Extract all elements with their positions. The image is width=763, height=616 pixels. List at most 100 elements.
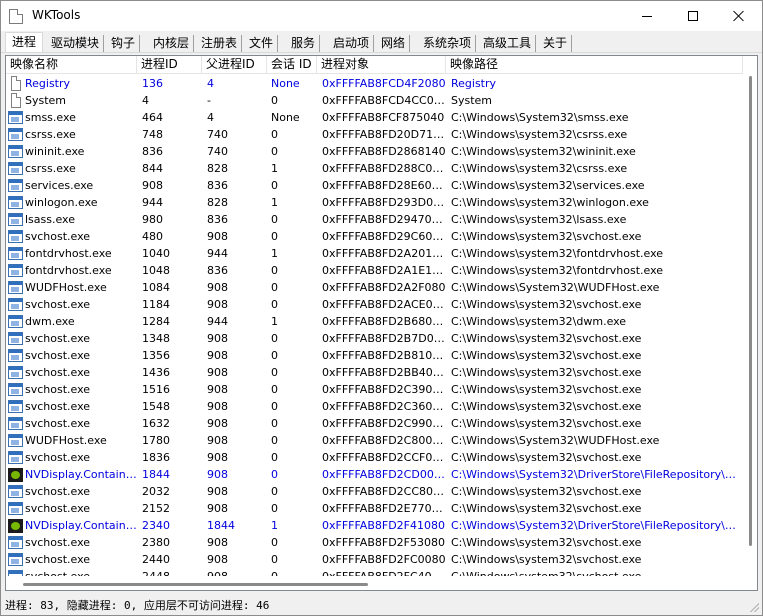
table-row[interactable]: csrss.exe 844 828 1 0xFFFFAB8FD288C080 C:\Win… [6,160,743,177]
table-row[interactable]: svchost.exe 2440 908 0 0xFFFFAB8FD2FC0080 C:\… [6,551,743,568]
session-id-cell: 0 [271,502,278,515]
process-object-cell: 0xFFFFAB8FD28E60C0 [322,179,446,192]
process-name-cell: WUDFHost.exe [25,434,107,447]
table-row[interactable]: services.exe 908 836 0 0xFFFFAB8FD28E60C0 C:\… [6,177,743,194]
column-session-id[interactable]: 会话 ID [267,56,317,74]
pid-cell: 2032 [142,485,170,498]
table-row[interactable]: svchost.exe 2152 908 0 0xFFFFAB8FD2E770C0 C:\… [6,500,743,517]
table-row[interactable]: svchost.exe 1356 908 0 0xFFFFAB8FD2B81080 C:\… [6,347,743,364]
process-name-cell: svchost.exe [25,553,91,566]
image-path-cell: C:\Windows\system32\svchost.exe [451,230,642,243]
scrollbar-corner [743,576,757,590]
image-path-cell: C:\Windows\system32\fontdrvhost.exe [451,247,664,260]
ppid-cell: 740 [207,145,228,158]
table-row[interactable]: NVDisplay.Containe... 2340 1844 1 0xFFFFAB8F… [6,517,743,534]
app-icon [8,383,23,396]
session-id-cell: 1 [271,162,278,175]
table-row[interactable]: svchost.exe 1348 908 0 0xFFFFAB8FD2B7D080 C:\… [6,330,743,347]
table-row[interactable]: svchost.exe 1548 908 0 0xFFFFAB8FD2C36080 C:\… [6,398,743,415]
table-row[interactable]: dwm.exe 1284 944 1 0xFFFFAB8FD2B68080 C:\Wind… [6,313,743,330]
tab-hooks[interactable]: 钩子 [107,35,141,53]
horizontal-scrollbar[interactable] [6,576,743,590]
process-name-cell: svchost.exe [25,502,91,515]
resize-grip-icon[interactable] [749,602,759,612]
table-row[interactable]: winlogon.exe 944 828 1 0xFFFFAB8FD293D0C0 C:\… [6,194,743,211]
tab-advanced-tools[interactable]: 高级工具 [479,35,537,53]
process-object-cell: 0xFFFFAB8FD2A20180 [322,247,446,260]
column-image-name[interactable]: 映像名称 [6,56,137,74]
pid-cell: 464 [142,111,163,124]
vertical-scroll-thumb[interactable] [749,76,752,546]
table-row[interactable]: fontdrvhost.exe 1048 836 0 0xFFFFAB8FD2A1E18… [6,262,743,279]
tab-files[interactable]: 文件 [245,35,279,53]
tab-network[interactable]: 网络 [377,35,411,53]
tab-process[interactable]: 进程 [5,32,44,53]
horizontal-scroll-thumb[interactable] [23,583,368,586]
table-row[interactable]: svchost.exe 1516 908 0 0xFFFFAB8FD2C39080 C:\… [6,381,743,398]
table-row[interactable]: smss.exe 464 4 None 0xFFFFAB8FCF875040 C:\Win… [6,109,743,126]
tab-system-misc[interactable]: 系统杂项 [419,35,477,53]
session-id-cell: 0 [271,179,278,192]
process-name-cell: dwm.exe [25,315,75,328]
session-id-cell: 0 [271,468,278,481]
table-row[interactable]: Registry 136 4 None 0xFFFFAB8FCD4F2080 Regist… [6,75,743,92]
title-bar[interactable]: WKTools [1,1,762,31]
column-pid[interactable]: 进程ID [137,56,202,74]
process-name-cell: svchost.exe [25,332,91,345]
image-path-cell: C:\Windows\system32\fontdrvhost.exe [451,264,664,277]
table-row[interactable]: System 4 - 0 0xFFFFAB8FCD4CC040 System [6,92,743,109]
table-row[interactable]: svchost.exe 1436 908 0 0xFFFFAB8FD2BB4080 C:\… [6,364,743,381]
app-icon [8,315,23,328]
table-row[interactable]: svchost.exe 1184 908 0 0xFFFFAB8FD2ACE0C0 C:\… [6,296,743,313]
process-name-cell: fontdrvhost.exe [25,247,112,260]
image-path-cell: C:\Windows\system32\csrss.exe [451,128,628,141]
ppid-cell: 908 [207,536,228,549]
tab-services[interactable]: 服务 [287,35,321,53]
column-ppid[interactable]: 父进程ID [202,56,267,74]
app-icon [8,230,23,243]
table-row[interactable]: wininit.exe 836 740 0 0xFFFFAB8FD2868140 C:\W… [6,143,743,160]
doc-icon [11,93,21,108]
pid-cell: 836 [142,145,163,158]
app-icon [8,366,23,379]
table-row[interactable]: svchost.exe 2380 908 0 0xFFFFAB8FD2F53080 C:\… [6,534,743,551]
table-row[interactable]: svchost.exe 2448 908 0 0xFFFFAB8FD2FC40C0 C:\… [6,568,743,576]
close-button[interactable] [716,1,762,31]
maximize-button[interactable] [670,1,716,31]
column-image-path[interactable]: 映像路径 [446,56,743,74]
process-list[interactable]: 映像名称 进程ID 父进程ID 会话 ID 进程对象 映像路径 Registry… [5,55,758,591]
pid-cell: 1348 [142,332,170,345]
table-row[interactable]: svchost.exe 2032 908 0 0xFFFFAB8FD2CC80C0 C:\… [6,483,743,500]
table-row[interactable]: csrss.exe 748 740 0 0xFFFFAB8FD20D7140 C:\Win… [6,126,743,143]
tab-driver-modules[interactable]: 驱动模块 [47,35,105,53]
table-row[interactable]: svchost.exe 1632 908 0 0xFFFFAB8FD2C99080 C:\… [6,415,743,432]
tab-divider [1,52,762,53]
process-icon-cell [8,178,23,193]
process-icon-cell [8,399,23,414]
table-row[interactable]: fontdrvhost.exe 1040 944 1 0xFFFFAB8FD2A2018… [6,245,743,262]
table-row[interactable]: NVDisplay.Containe... 1844 908 0 0xFFFFAB8FD… [6,466,743,483]
pid-cell: 2340 [142,519,170,532]
table-row[interactable]: WUDFHost.exe 1084 908 0 0xFFFFAB8FD2A2F080 C:… [6,279,743,296]
table-row[interactable]: lsass.exe 980 836 0 0xFFFFAB8FD29470C0 C:\Win… [6,211,743,228]
pid-cell: 1516 [142,383,170,396]
tab-registry[interactable]: 注册表 [197,35,243,53]
vertical-scrollbar[interactable] [743,56,757,576]
minimize-button[interactable] [624,1,670,31]
column-process-object[interactable]: 进程对象 [317,56,446,74]
process-object-cell: 0xFFFFAB8FD2BB4080 [322,366,446,379]
ppid-cell: 908 [207,281,228,294]
session-id-cell: 0 [271,383,278,396]
table-row[interactable]: WUDFHost.exe 1780 908 0 0xFFFFAB8FD2C80080 C:… [6,432,743,449]
tab-startup[interactable]: 启动项 [329,35,375,53]
image-path-cell: Registry [451,77,497,90]
process-object-cell: 0xFFFFAB8FD2A1E180 [322,264,446,277]
table-row[interactable]: svchost.exe 480 908 0 0xFFFFAB8FD29C6080 C:\W… [6,228,743,245]
image-path-cell: C:\Windows\system32\dwm.exe [451,315,627,328]
process-icon-cell [8,76,23,91]
process-object-cell: 0xFFFFAB8FD2A2F080 [322,281,446,294]
process-icon-cell [8,365,23,380]
tab-about[interactable]: 关于 [539,35,573,53]
table-row[interactable]: svchost.exe 1836 908 0 0xFFFFAB8FD2CCF080 C:\… [6,449,743,466]
tab-kernel[interactable]: 内核层 [149,35,195,53]
